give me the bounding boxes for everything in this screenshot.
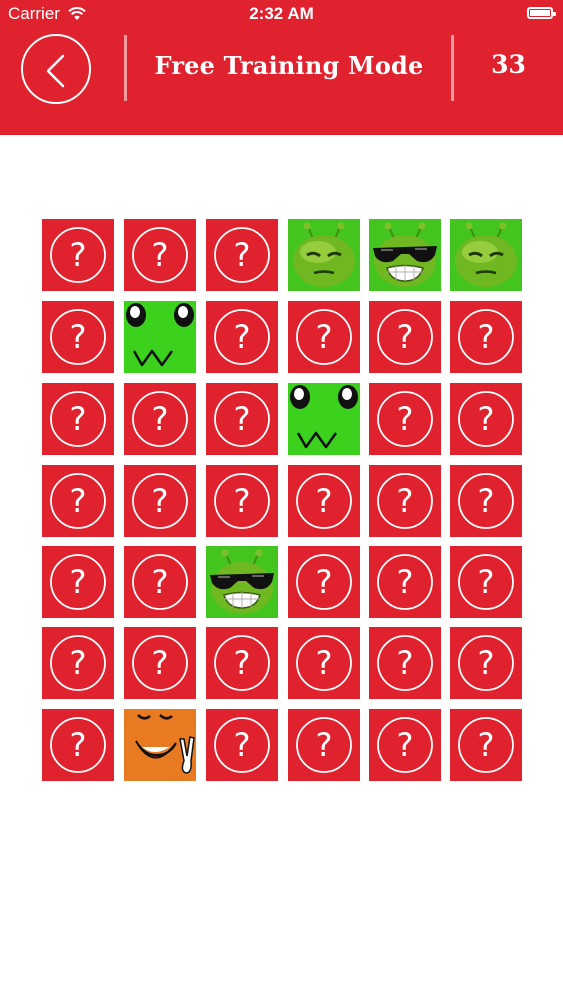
revealed-card[interactable] (288, 219, 360, 291)
hidden-card[interactable]: ? (206, 627, 278, 699)
svg-text:?: ? (70, 236, 87, 274)
hidden-card[interactable]: ? (206, 301, 278, 373)
hidden-card[interactable]: ? (288, 546, 360, 618)
svg-text:?: ? (316, 726, 333, 764)
hidden-card[interactable]: ? (450, 465, 522, 537)
hidden-card[interactable]: ? (450, 627, 522, 699)
hidden-card[interactable]: ? (124, 465, 196, 537)
svg-text:?: ? (152, 563, 169, 601)
hidden-card[interactable]: ? (206, 709, 278, 781)
hidden-card[interactable]: ? (369, 301, 441, 373)
hidden-card[interactable]: ? (42, 383, 114, 455)
hidden-card[interactable]: ? (206, 383, 278, 455)
hidden-card[interactable]: ? (42, 546, 114, 618)
svg-text:?: ? (397, 563, 414, 601)
revealed-card[interactable] (288, 383, 360, 455)
hidden-card[interactable]: ? (124, 546, 196, 618)
hidden-card[interactable]: ? (450, 546, 522, 618)
revealed-card[interactable] (124, 301, 196, 373)
svg-text:?: ? (70, 318, 87, 356)
svg-text:?: ? (70, 400, 87, 438)
svg-text:?: ? (234, 400, 251, 438)
svg-text:?: ? (316, 563, 333, 601)
svg-text:?: ? (234, 236, 251, 274)
hidden-card[interactable]: ? (288, 465, 360, 537)
svg-text:?: ? (478, 644, 495, 682)
header-bar: Free Training Mode 33 (0, 28, 563, 135)
svg-text:?: ? (234, 482, 251, 520)
svg-text:?: ? (397, 644, 414, 682)
hidden-card[interactable]: ? (450, 301, 522, 373)
hidden-card[interactable]: ? (450, 709, 522, 781)
hidden-card[interactable]: ? (206, 219, 278, 291)
svg-text:?: ? (234, 318, 251, 356)
hidden-card[interactable]: ? (42, 627, 114, 699)
hidden-card[interactable]: ? (369, 383, 441, 455)
revealed-card[interactable] (124, 709, 196, 781)
hidden-card[interactable]: ? (124, 219, 196, 291)
hidden-card[interactable]: ? (450, 383, 522, 455)
revealed-card[interactable] (206, 546, 278, 618)
hidden-card[interactable]: ? (42, 465, 114, 537)
svg-text:?: ? (234, 726, 251, 764)
hidden-card[interactable]: ? (288, 301, 360, 373)
svg-text:?: ? (70, 482, 87, 520)
status-bar: Carrier 2:32 AM (0, 0, 563, 28)
svg-text:?: ? (152, 400, 169, 438)
svg-text:?: ? (397, 318, 414, 356)
hidden-card[interactable]: ? (369, 709, 441, 781)
svg-text:?: ? (478, 482, 495, 520)
revealed-card[interactable] (450, 219, 522, 291)
hidden-card[interactable]: ? (288, 709, 360, 781)
hidden-card[interactable]: ? (206, 465, 278, 537)
hidden-card[interactable]: ? (369, 627, 441, 699)
svg-text:?: ? (152, 644, 169, 682)
svg-text:?: ? (70, 726, 87, 764)
svg-text:?: ? (316, 644, 333, 682)
hidden-card[interactable]: ? (42, 301, 114, 373)
hidden-card[interactable]: ? (42, 219, 114, 291)
page-title: Free Training Mode (154, 51, 424, 80)
svg-text:?: ? (70, 563, 87, 601)
hidden-card[interactable]: ? (124, 627, 196, 699)
hidden-card[interactable]: ? (124, 383, 196, 455)
svg-text:?: ? (70, 644, 87, 682)
svg-text:?: ? (152, 482, 169, 520)
svg-text:?: ? (316, 482, 333, 520)
hidden-card[interactable]: ? (369, 465, 441, 537)
chevron-left-icon (46, 54, 65, 88)
svg-text:?: ? (397, 400, 414, 438)
hidden-card[interactable]: ? (369, 546, 441, 618)
svg-text:?: ? (478, 400, 495, 438)
status-time: 2:32 AM (249, 4, 314, 23)
svg-text:?: ? (316, 318, 333, 356)
svg-text:?: ? (478, 726, 495, 764)
revealed-card[interactable] (369, 219, 441, 291)
back-button[interactable] (21, 34, 91, 104)
score-counter: 33 (491, 50, 526, 79)
hidden-card[interactable]: ? (288, 627, 360, 699)
svg-text:?: ? (478, 318, 495, 356)
svg-text:?: ? (234, 644, 251, 682)
svg-text:?: ? (397, 482, 414, 520)
svg-text:?: ? (397, 726, 414, 764)
battery-icon (527, 7, 556, 19)
hidden-card[interactable]: ? (42, 709, 114, 781)
svg-text:?: ? (478, 563, 495, 601)
svg-text:?: ? (152, 236, 169, 274)
